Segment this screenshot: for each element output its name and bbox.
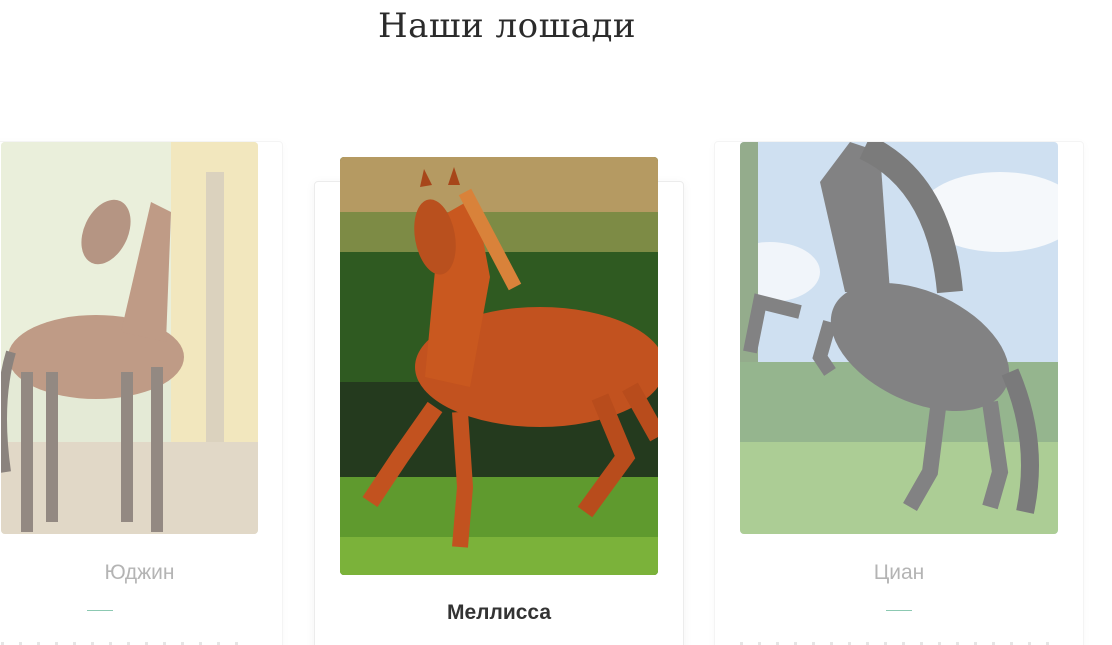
horse-photo-icon[interactable] bbox=[740, 142, 1058, 534]
horses-section: Наши лошади Юджин Меллисса Циан bbox=[0, 0, 1112, 645]
section-title: Наши лошади bbox=[378, 6, 637, 46]
horse-name[interactable]: Циан bbox=[715, 561, 1083, 585]
name-divider bbox=[87, 610, 113, 611]
horse-photo-icon[interactable] bbox=[340, 157, 658, 575]
horse-card-center[interactable]: Меллисса bbox=[314, 157, 684, 645]
horse-card-right[interactable]: Циан bbox=[714, 141, 1084, 645]
horse-card-left[interactable]: Юджин bbox=[0, 141, 283, 645]
horse-name[interactable]: Юджин bbox=[0, 561, 282, 585]
name-divider bbox=[886, 610, 912, 611]
horse-photo-icon[interactable] bbox=[1, 142, 258, 534]
horse-name[interactable]: Меллисса bbox=[315, 601, 683, 625]
